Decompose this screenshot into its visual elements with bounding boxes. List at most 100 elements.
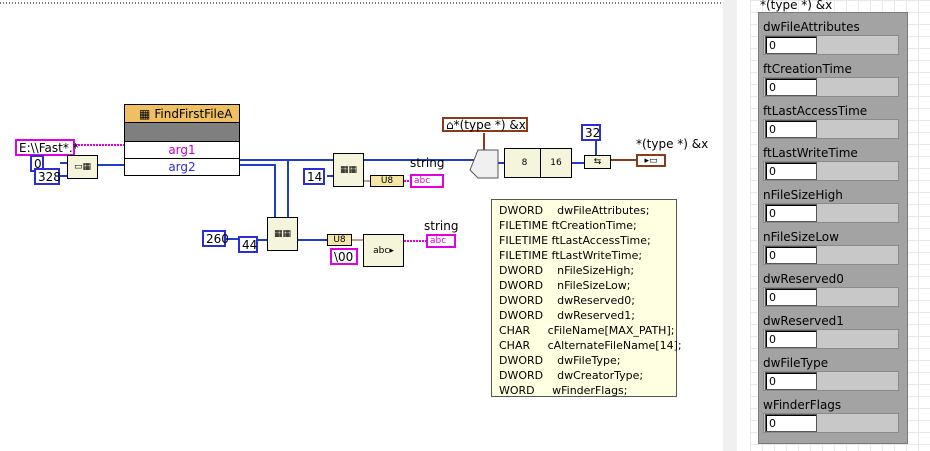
field-label: ftLastAccessTime xyxy=(763,104,868,118)
const-260[interactable]: 260 xyxy=(202,230,229,247)
cfn-arg1[interactable]: arg1 xyxy=(125,142,239,159)
field-label: dwFileAttributes xyxy=(763,20,860,34)
const-32[interactable]: 32 xyxy=(581,124,601,141)
const-260-text: 260 xyxy=(206,232,229,246)
typecast-output-label: *(type *) &x xyxy=(636,137,709,151)
numeric-indicator[interactable]: 0 xyxy=(765,372,817,390)
arg2-label: arg2 xyxy=(168,160,196,174)
tooltip-line: DWORD nFileSizeHigh; xyxy=(499,264,635,277)
numeric-indicator[interactable]: 0 xyxy=(765,414,817,432)
arg1-label: arg1 xyxy=(168,143,196,157)
array-subset-node-1[interactable]: ▦▦ xyxy=(333,153,364,187)
cluster-indicator-terminal[interactable]: ▸▭ xyxy=(636,154,666,167)
tooltip-line: DWORD dwReserved1; xyxy=(499,309,635,322)
split-8-label: 8 xyxy=(521,158,528,168)
tooltip-line: DWORD nFileSizeLow; xyxy=(499,279,631,292)
const-14[interactable]: 14 xyxy=(303,168,325,185)
field-label: ftCreationTime xyxy=(763,62,852,76)
string-indicator-1[interactable]: abc xyxy=(410,174,444,188)
byte-array-to-string-2[interactable]: U8 xyxy=(327,234,352,246)
const-44-text: 44 xyxy=(242,238,258,252)
field-label: dwReserved0 xyxy=(763,272,844,286)
split-array-icon-2: ▦▦ xyxy=(273,229,291,239)
null-char-text: \00 xyxy=(334,250,354,264)
field-label: nFileSizeLow xyxy=(763,230,839,244)
struct-tooltip: DWORD dwFileAttributes; FILETIME ftCreati… xyxy=(491,199,682,397)
path-constant[interactable]: E:\\Fast*.* xyxy=(15,139,79,156)
cluster-field: ftLastAccessTime 0 xyxy=(763,103,903,139)
field-label: wFinderFlags xyxy=(763,398,842,412)
cluster-field: ftLastWriteTime 0 xyxy=(763,145,903,181)
numeric-indicator[interactable]: 0 xyxy=(765,204,817,222)
match-pattern-icon: abc▸ xyxy=(373,245,394,256)
dll-icon: ▦ xyxy=(139,106,151,121)
cfn-status-bar xyxy=(125,123,239,142)
field-label: nFileSizeHigh xyxy=(763,188,843,202)
path-constant-text: E:\\Fast*.* xyxy=(19,141,79,155)
cluster-indicator[interactable]: dwFileAttributes 0 ftCreationTime 0 ftLastAc… xyxy=(758,12,908,444)
wire-arg2-out xyxy=(238,164,276,216)
numeric-indicator[interactable]: 0 xyxy=(765,120,817,138)
numeric-indicator[interactable]: 0 xyxy=(765,162,817,180)
string-label-1: string xyxy=(410,156,445,170)
scrollbar[interactable] xyxy=(723,0,737,451)
cluster-field: ftCreationTime 0 xyxy=(763,61,903,97)
call-library-function-node[interactable]: ▦ FindFirstFileA arg1 arg2 xyxy=(124,104,240,176)
numeric-indicator[interactable]: 0 xyxy=(765,78,817,96)
swap-bytes-node[interactable]: ⇆ xyxy=(584,155,611,169)
byte-array-to-string-1[interactable]: U8 xyxy=(370,175,404,187)
cfn-arg2[interactable]: arg2 xyxy=(125,159,239,175)
array-subset-node-2[interactable]: ▦▦ xyxy=(267,217,298,251)
cluster-field: wFinderFlags 0 xyxy=(763,397,903,433)
cluster-title: *(type *) &x xyxy=(760,0,833,12)
cluster-field: nFileSizeHigh 0 xyxy=(763,187,903,223)
tooltip-line: CHAR cAlternateFileName[14]; xyxy=(499,339,682,352)
field-label: dwFileType xyxy=(763,356,829,370)
tooltip-line: DWORD dwFileAttributes; xyxy=(499,204,650,217)
tooltip-line: FILETIME ftLastWriteTime; xyxy=(499,249,643,262)
string-indicator-2[interactable]: abc xyxy=(426,234,456,248)
numeric-indicator[interactable]: 0 xyxy=(765,246,817,264)
split-16-label: 16 xyxy=(550,158,562,168)
u8-icon-2: U8 xyxy=(333,235,346,245)
cluster-field: dwReserved0 0 xyxy=(763,271,903,307)
swap-icon: ⇆ xyxy=(593,157,602,167)
cluster-terminal-icon: ▸▭ xyxy=(644,155,658,166)
null-char-constant[interactable]: \00 xyxy=(330,248,358,265)
cluster-field: dwReserved1 0 xyxy=(763,313,903,349)
split-array-icon: ▦▦ xyxy=(339,165,357,175)
field-label: ftLastWriteTime xyxy=(763,146,858,160)
const-32-text: 32 xyxy=(585,126,601,140)
const-44[interactable]: 44 xyxy=(238,236,258,253)
match-pattern-node[interactable]: abc▸ xyxy=(363,234,404,267)
string-label-2: string xyxy=(424,219,459,233)
tooltip-line: WORD wFinderFlags; xyxy=(499,384,628,397)
const-14-text: 14 xyxy=(307,170,323,184)
tooltip-line: CHAR cFileName[MAX_PATH]; xyxy=(499,324,675,337)
typecast-constant-text: *(type *) &x xyxy=(453,118,526,132)
cluster-field: dwFileAttributes 0 xyxy=(763,19,903,55)
abc-icon: abc xyxy=(414,176,431,186)
numeric-indicator[interactable]: 0 xyxy=(765,36,817,54)
numeric-indicator[interactable]: 0 xyxy=(765,288,817,306)
size-328-constant[interactable]: 328 xyxy=(34,168,61,185)
tooltip-line: DWORD dwReserved0; xyxy=(499,294,635,307)
split-number-node-1[interactable]: 8 xyxy=(504,148,545,178)
tooltip-line: FILETIME ftLastAccessTime; xyxy=(499,234,651,247)
field-label: dwReserved1 xyxy=(763,314,844,328)
u8-icon: U8 xyxy=(380,176,394,186)
cluster-field: dwFileType 0 xyxy=(763,355,903,391)
abc-icon-2: abc xyxy=(430,236,447,246)
array-icon: ▭▦ xyxy=(73,162,91,172)
home-icon: ⌂ xyxy=(446,118,454,132)
typecast-constant[interactable]: ⌂*(type *) &x xyxy=(442,117,528,132)
split-number-node-2[interactable]: 16 xyxy=(540,148,572,178)
size-328-text: 328 xyxy=(38,170,61,184)
initialize-array-node[interactable]: ▭▦ xyxy=(67,155,98,179)
tooltip-line: DWORD dwCreatorType; xyxy=(499,369,644,382)
cluster-field: nFileSizeLow 0 xyxy=(763,229,903,265)
tooltip-line: DWORD dwFileType; xyxy=(499,354,621,367)
numeric-indicator[interactable]: 0 xyxy=(765,330,817,348)
tooltip-line: FILETIME ftCreationTime; xyxy=(499,219,637,232)
cfn-function-name: FindFirstFileA xyxy=(154,106,233,121)
